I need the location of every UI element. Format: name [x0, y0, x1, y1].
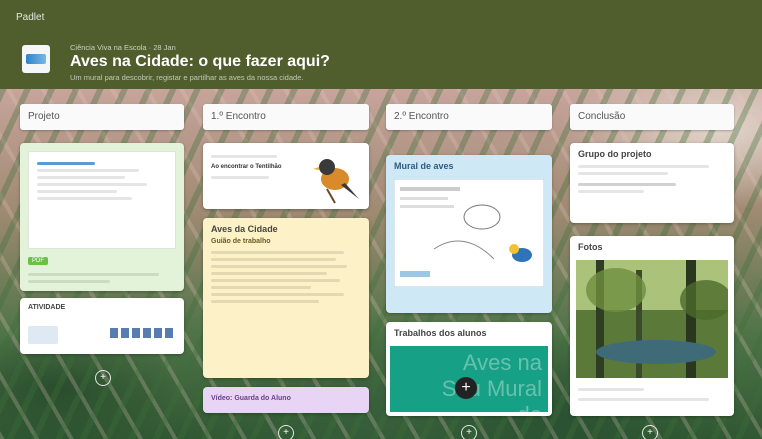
column-header-conclusao[interactable]: Conclusão	[570, 104, 734, 130]
trabalhos-card[interactable]: Trabalhos dos alunos Aves na Seu Mural d…	[386, 322, 552, 416]
aves-cidade-card[interactable]: Aves da Cidade Guião de trabalho	[203, 218, 369, 378]
grupo-title: Grupo do projeto	[578, 149, 652, 159]
bird-image	[313, 159, 359, 204]
add-post-icon-4[interactable]: +	[642, 425, 658, 439]
mural-card[interactable]: Mural de aves	[386, 155, 552, 313]
fotos-card[interactable]: Fotos	[570, 236, 734, 416]
document-card[interactable]: PDF	[20, 143, 184, 291]
column-header-projeto[interactable]: Projeto	[20, 104, 184, 130]
mural-title: Mural de aves	[394, 161, 454, 171]
board-meta: Ciência Viva na Escola · 28 Jan	[70, 43, 176, 52]
app-label[interactable]: Padlet	[16, 12, 44, 23]
column-header-1-encontro[interactable]: 1.º Encontro	[203, 104, 369, 130]
board-logo	[22, 45, 50, 73]
video-card-label: Vídeo: Guarda do Aluno	[211, 395, 291, 402]
aves-cidade-title: Aves da Cidade	[211, 224, 278, 234]
fotos-title: Fotos	[578, 242, 603, 252]
atividade-title: ATIVIDADE	[28, 304, 66, 311]
logo-image	[28, 326, 58, 344]
forest-photo	[576, 260, 728, 378]
board-canvas: Projeto 1.º Encontro 2.º Encontro Conclu…	[0, 89, 762, 439]
bird-note-card[interactable]: Ao encontrar o Tentilhão	[203, 143, 369, 209]
add-post-icon-2[interactable]: +	[278, 425, 294, 439]
document-preview	[28, 151, 176, 249]
green-banner-text: Aves na Seu Mural do	[442, 350, 542, 412]
atividade-card[interactable]: ATIVIDADE	[20, 298, 184, 354]
add-post-icon-3[interactable]: +	[461, 425, 477, 439]
add-fab-icon[interactable]: +	[455, 377, 477, 399]
aves-cidade-subtitle: Guião de trabalho	[211, 238, 271, 245]
column-header-2-encontro[interactable]: 2.º Encontro	[386, 104, 552, 130]
video-card[interactable]: Vídeo: Guarda do Aluno	[203, 387, 369, 413]
pdf-badge: PDF	[28, 257, 48, 265]
grupo-card[interactable]: Grupo do projeto	[570, 143, 734, 223]
trabalhos-title: Trabalhos dos alunos	[394, 328, 487, 338]
board-header: Padlet Ciência Viva na Escola · 28 Jan A…	[0, 0, 762, 89]
mural-image	[394, 179, 544, 287]
add-post-icon[interactable]: +	[95, 370, 111, 386]
bird-note-text: Ao encontrar o Tentilhão	[211, 164, 282, 170]
board-title: Aves na Cidade: o que fazer aqui?	[70, 53, 330, 70]
partner-logos	[110, 328, 176, 338]
board-subtitle: Um mural para descobrir, registar e part…	[70, 73, 304, 82]
